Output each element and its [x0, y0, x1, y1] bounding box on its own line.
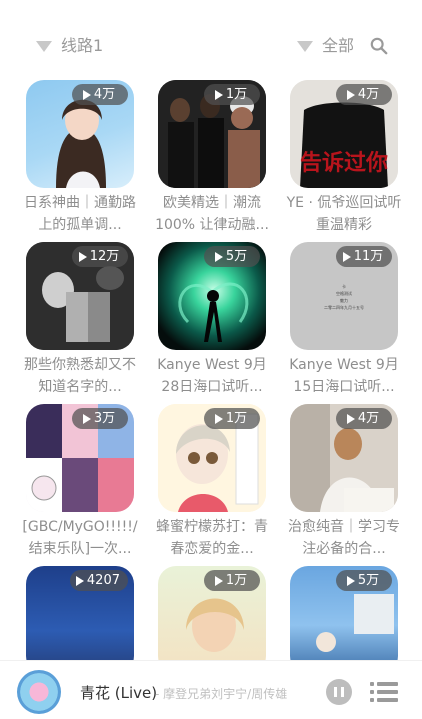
playlist-cover[interactable]: 5万	[158, 242, 266, 350]
playlist-card[interactable]: 1万 欧美精选｜潮流100% 让律动融...	[155, 80, 269, 240]
playlist-cover[interactable]: 1万	[158, 566, 266, 674]
artist-name: - 摩登兄弟刘宇宁/周传雄	[155, 687, 288, 701]
playlist-cover[interactable]: 5万	[290, 566, 398, 674]
playlist-queue-icon[interactable]	[370, 680, 398, 704]
playlist-card[interactable]: 1万 蜂蜜柠檬苏打：青春恋爱的金...	[156, 404, 268, 564]
play-icon	[346, 89, 355, 100]
play-count-badge: 4万	[72, 84, 128, 105]
play-icon	[78, 251, 87, 262]
playlist-title: 日系神曲｜通勤路上的孤单调...	[24, 195, 136, 233]
play-count-badge: 4万	[336, 408, 392, 429]
play-count-badge: 1万	[204, 408, 260, 429]
play-icon	[342, 251, 351, 262]
top-bar: 线路1 全部	[0, 26, 422, 66]
play-count: 4万	[357, 411, 380, 426]
playlist-cover[interactable]: 3万	[26, 404, 134, 512]
play-count: 5万	[357, 573, 380, 588]
play-icon	[214, 413, 223, 424]
play-icon	[214, 89, 223, 100]
play-count: 3万	[93, 411, 116, 426]
play-icon	[214, 251, 223, 262]
play-count: 4207	[86, 573, 120, 588]
pause-icon	[334, 687, 337, 697]
pause-icon	[341, 687, 344, 697]
playlist-cover[interactable]: 卡 空格测试 魅力 二零二四年九月十五号 11万	[290, 242, 398, 350]
filter-label: 全部	[321, 36, 354, 55]
play-count: 11万	[353, 249, 384, 264]
playlist-card[interactable]: 告诉过你 4万 YE · 侃爷巡回试听 重温精彩	[287, 80, 401, 240]
playlist-cover[interactable]: 12万	[26, 242, 134, 350]
album-art[interactable]	[17, 670, 61, 714]
playlist-cover[interactable]: 4207	[26, 566, 134, 674]
play-icon	[82, 413, 91, 424]
playlist-card[interactable]: 12万 那些你熟悉却又不知道名字的...	[24, 242, 136, 402]
playlist-card[interactable]: 3万 [GBC/MyGO!!!!!/结束乐队]一次...	[22, 404, 138, 564]
mini-player[interactable]: 青花 (Live) - 摩登兄弟刘宇宁/周传雄	[0, 660, 422, 719]
playlist-card[interactable]: 卡 空格测试 魅力 二零二四年九月十五号 11万 Kanye West 9月15…	[289, 242, 399, 402]
playlist-cover[interactable]: 1万	[158, 80, 266, 188]
dropdown-triangle-icon	[36, 40, 52, 52]
play-icon	[346, 575, 355, 586]
playlist-title: Kanye West 9月28日海口试听...	[157, 357, 267, 395]
play-icon	[82, 89, 91, 100]
playlist-title: YE · 侃爷巡回试听 重温精彩	[286, 195, 402, 233]
search-icon[interactable]	[370, 37, 388, 55]
play-count-badge: 4207	[69, 570, 128, 591]
playlist-card[interactable]: 5万 Kanye West 9月28日海口试听...	[157, 242, 267, 402]
play-count: 1万	[225, 573, 248, 588]
play-count: 1万	[225, 87, 248, 102]
playlist-cover[interactable]: 4万	[290, 404, 398, 512]
play-count: 1万	[225, 411, 248, 426]
route-label: 线路1	[61, 36, 104, 55]
playlist-cover[interactable]: 告诉过你 4万	[290, 80, 398, 188]
play-count-badge: 4万	[336, 84, 392, 105]
play-count: 5万	[225, 249, 248, 264]
play-icon	[346, 413, 355, 424]
play-count: 4万	[357, 87, 380, 102]
category-filter[interactable]: 全部	[296, 36, 388, 56]
cover-text: 空格测试	[336, 290, 352, 296]
playlist-title: [GBC/MyGO!!!!!/结束乐队]一次...	[22, 519, 138, 557]
playlist-title: Kanye West 9月15日海口试听...	[289, 357, 399, 395]
play-count-badge: 5万	[204, 246, 260, 267]
play-count: 12万	[89, 249, 120, 264]
song-title: 青花 (Live)	[80, 684, 158, 702]
play-count-badge: 5万	[336, 570, 392, 591]
play-icon	[75, 575, 84, 586]
cover-text: 告诉过你	[300, 150, 388, 176]
playlist-cover[interactable]: 4万	[26, 80, 134, 188]
play-count-badge: 1万	[204, 84, 260, 105]
play-count-badge: 1万	[204, 570, 260, 591]
cover-text: 魅力	[340, 297, 348, 303]
play-count: 4万	[93, 87, 116, 102]
playlist-cover[interactable]: 1万	[158, 404, 266, 512]
play-count-badge: 12万	[72, 246, 128, 267]
playlist-title: 蜂蜜柠檬苏打：青春恋爱的金...	[156, 519, 268, 557]
dropdown-triangle-icon	[296, 40, 313, 52]
play-count-badge: 11万	[336, 246, 392, 267]
playlist-card[interactable]: 4万 治愈纯音｜学习专注必备的合...	[288, 404, 400, 564]
playlist-title: 那些你熟悉却又不知道名字的...	[24, 357, 136, 395]
playlist-card[interactable]: 4万 日系神曲｜通勤路上的孤单调...	[24, 80, 136, 240]
play-icon	[214, 575, 223, 586]
play-count-badge: 3万	[72, 408, 128, 429]
playlist-title: 治愈纯音｜学习专注必备的合...	[288, 519, 400, 557]
playlist-title: 欧美精选｜潮流100% 让律动融...	[155, 195, 269, 233]
pause-button[interactable]	[326, 679, 352, 705]
route-selector[interactable]: 线路1	[36, 36, 103, 56]
cover-text: 二零二四年九月十五号	[324, 304, 364, 310]
cover-text: 卡	[342, 283, 346, 289]
